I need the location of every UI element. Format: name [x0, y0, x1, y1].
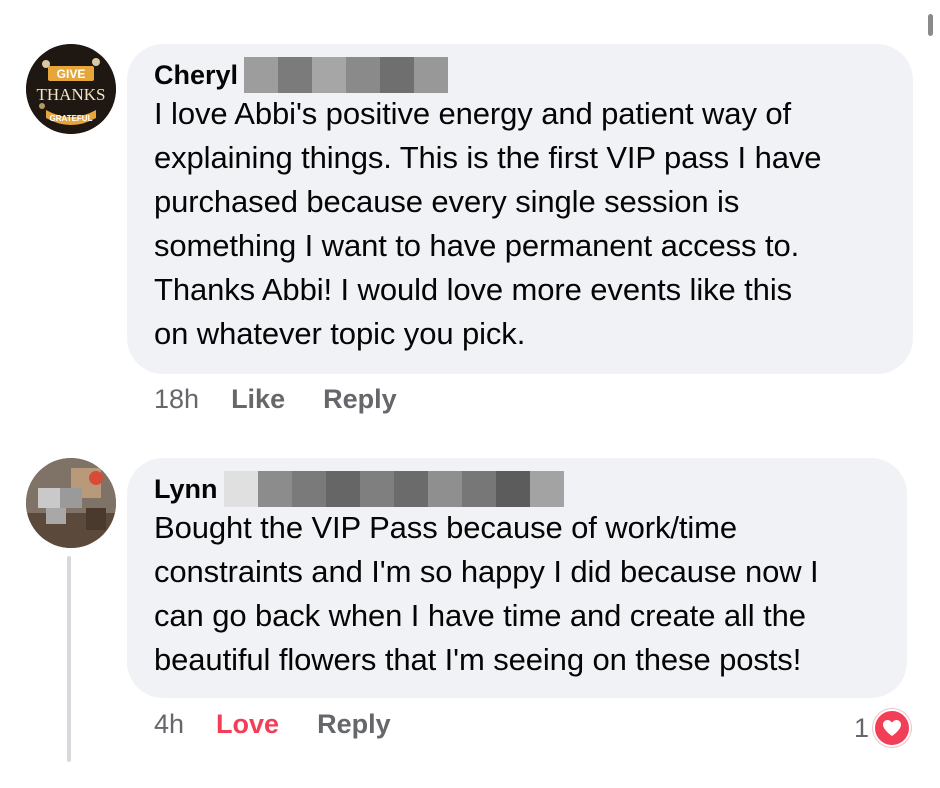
thread-line	[67, 556, 71, 762]
scrollbar[interactable]	[928, 14, 933, 36]
reply-button[interactable]: Reply	[323, 384, 397, 415]
comment-text: I love Abbi's positive energy and patien…	[154, 96, 822, 351]
blurred-photo-avatar-icon	[26, 458, 116, 548]
reaction-summary[interactable]: 1	[854, 709, 912, 747]
svg-text:THANKS: THANKS	[37, 85, 106, 104]
comment-bubble: Lynn Bought the VIP Pass because of work…	[127, 458, 907, 698]
like-button[interactable]: Like	[231, 384, 285, 415]
avatar[interactable]: GIVE THANKS GRATEFUL	[26, 44, 116, 134]
reaction-count: 1	[854, 712, 870, 743]
comment-actions: 18h Like Reply	[154, 384, 435, 415]
comment-author[interactable]: Cheryl	[154, 58, 238, 92]
comment-author[interactable]: Lynn	[154, 472, 218, 506]
redacted-surname	[244, 57, 449, 93]
give-thanks-avatar-icon: GIVE THANKS GRATEFUL	[26, 44, 116, 134]
heart-icon	[873, 709, 912, 747]
svg-text:GIVE: GIVE	[57, 67, 86, 81]
comment-timestamp[interactable]: 18h	[154, 384, 199, 415]
avatar[interactable]	[26, 458, 116, 548]
love-button[interactable]: Love	[216, 709, 279, 740]
comment-actions: 4h Love Reply	[154, 709, 429, 740]
comment-bubble: Cheryl I love Abbi's positive energy and…	[127, 44, 913, 374]
comment-text: Bought the VIP Pass because of work/time…	[154, 510, 819, 677]
redacted-surname	[223, 471, 564, 507]
comment-timestamp[interactable]: 4h	[154, 709, 184, 740]
reply-button[interactable]: Reply	[317, 709, 391, 740]
svg-text:GRATEFUL: GRATEFUL	[50, 114, 93, 123]
